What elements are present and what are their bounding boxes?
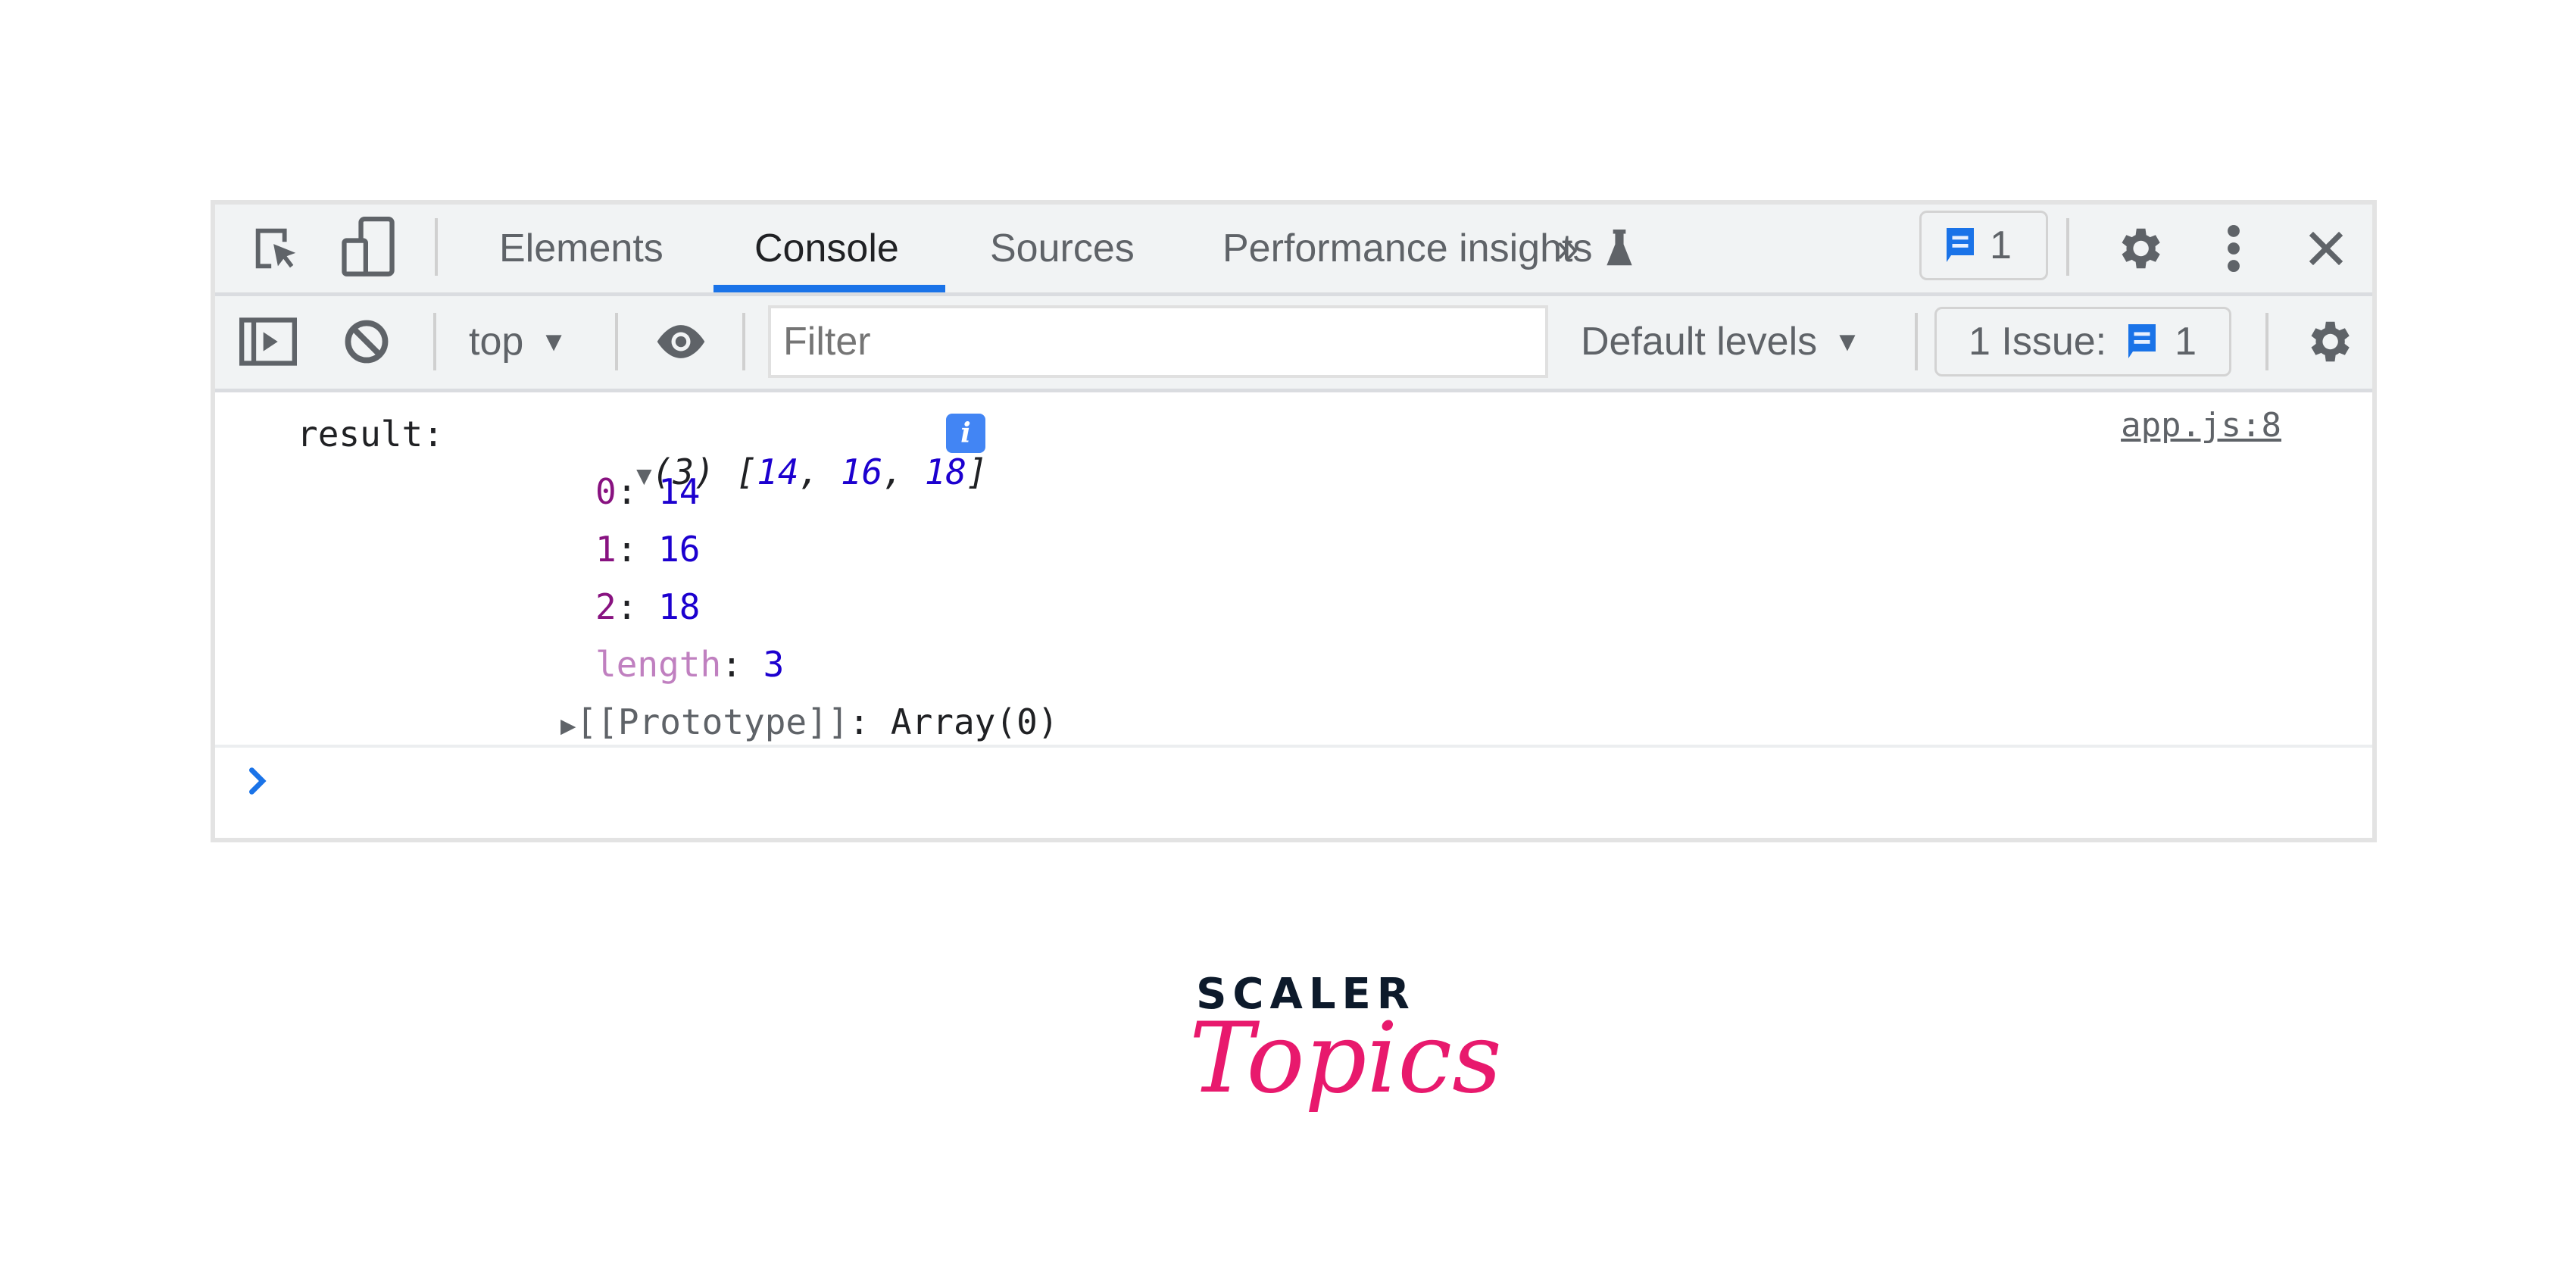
prototype-entry[interactable]: ▶[[Prototype]]: Array(0) [560,701,1058,742]
message-icon [1944,226,1976,265]
log-label: result: [297,414,444,455]
array-entry: 0: 14 [595,471,701,512]
dropdown-triangle-icon: ▼ [1834,326,1861,357]
info-icon[interactable]: i [946,414,985,453]
toolbar-separator [1915,313,1918,370]
toolbar-separator [435,218,438,276]
close-icon[interactable] [2300,221,2353,276]
gear-icon[interactable] [2109,220,2169,277]
expand-triangle-icon[interactable]: ▶ [560,711,576,741]
inspect-element-icon[interactable] [245,221,306,276]
array-entry: 1: 16 [595,529,701,570]
console-settings-gear-icon[interactable] [2298,313,2359,370]
toolbar-separator [742,313,745,370]
messages-badge-button[interactable]: 1 [1919,211,2048,280]
more-tabs-chevrons-icon[interactable]: » [1544,223,1590,273]
main-toolbar: Elements Console Sources Performance ins… [215,205,2372,296]
message-icon [2126,322,2158,361]
source-link[interactable]: app.js:8 [2121,406,2281,445]
array-entry: 2: 18 [595,586,701,627]
device-toolbar-icon[interactable] [338,215,398,280]
eye-icon[interactable] [651,314,711,369]
toolbar-separator [615,313,618,370]
console-messages: result: ▼(3) [14, 16, 18] i app.js:8 0: … [215,392,2372,748]
flask-icon [1606,230,1633,267]
issues-button[interactable]: 1 Issue: 1 [1934,307,2231,376]
clear-console-icon[interactable] [340,314,393,369]
logo-script-text: Topics [1189,1002,1502,1115]
sidebar-toggle-icon[interactable] [238,314,298,369]
array-length: length: 3 [595,644,785,685]
array-summary[interactable]: ▼(3) [14, 16, 18] [511,411,988,533]
prompt-chevron-icon [247,766,270,800]
filter-input[interactable] [768,305,1548,378]
kebab-menu-icon[interactable] [2215,220,2253,277]
devtools-panel: Elements Console Sources Performance ins… [211,200,2377,842]
dropdown-triangle-icon: ▼ [540,326,567,357]
active-tab-indicator [713,285,945,292]
toolbar-separator [2265,313,2268,370]
toolbar-separator [433,313,436,370]
toolbar-separator [2066,218,2069,276]
console-prompt[interactable] [215,748,2372,838]
log-levels-select[interactable]: Default levels ▼ [1581,296,1861,387]
context-select[interactable]: top ▼ [469,296,567,387]
tab-console[interactable]: Console [754,205,899,292]
tab-elements[interactable]: Elements [499,205,664,292]
scaler-topics-logo: SCALER Topics [1182,970,1502,1167]
tab-sources[interactable]: Sources [990,205,1135,292]
console-toolbar: top ▼ Default levels ▼ 1 Issue: 1 [215,296,2372,392]
